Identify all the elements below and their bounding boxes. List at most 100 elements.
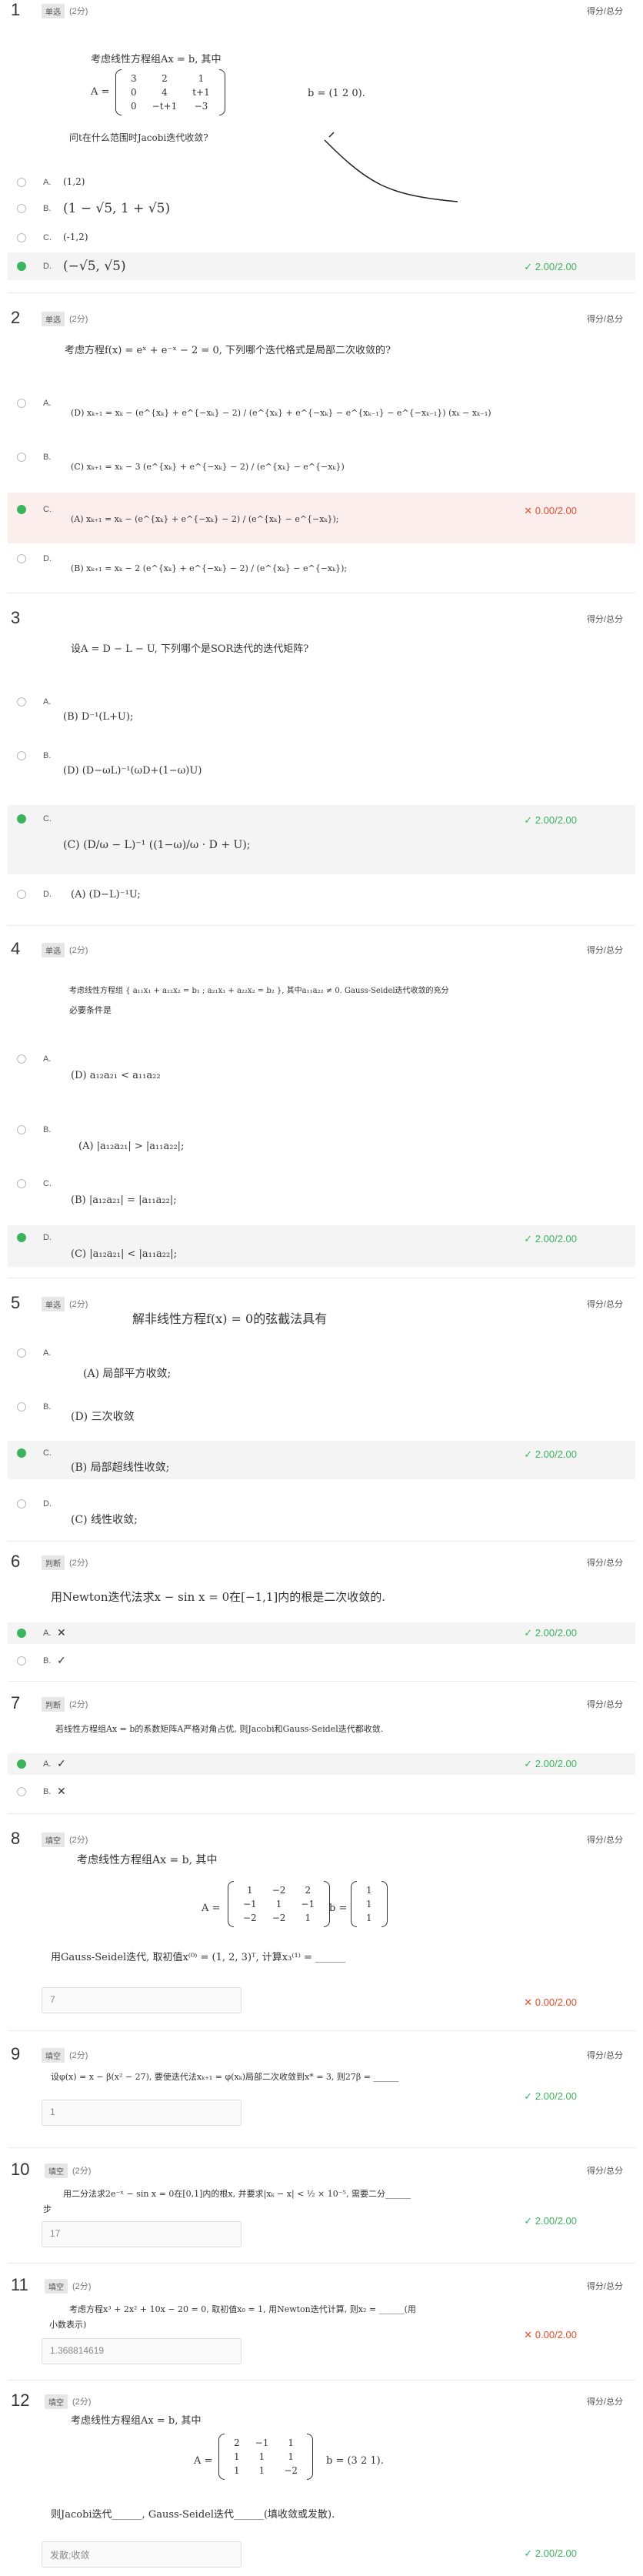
option-d[interactable]: D. (C) 线性收敛; (0, 1495, 643, 1529)
radio-button[interactable] (17, 1054, 26, 1064)
option-a[interactable]: A. (1,2) (0, 172, 643, 192)
radio-button[interactable] (17, 1499, 26, 1509)
matrix-cell: 1 (288, 2437, 295, 2448)
question-type-badge: 填空 (45, 2279, 68, 2294)
option-a[interactable]: A. (A) 局部平方收敛; (0, 1344, 643, 1382)
radio-button[interactable] (17, 751, 26, 760)
option-c[interactable]: C. (B) |a₁₂a₂₁| = |a₁₁a₂₂|; (0, 1174, 643, 1208)
option-d[interactable]: D. (B) xₖ₊₁ = xₖ − 2 (e^{xₖ} + e^{−xₖ} −… (0, 548, 643, 585)
option-b[interactable]: B. (1 − √5, 1 + √5) (0, 197, 643, 220)
result-wrong: ✕ 0.00/2.00 (524, 2329, 577, 2340)
question-stem-line2: 则Jacobi迭代______, Gauss-Seidel迭代______(填收… (51, 2509, 335, 2521)
option-b[interactable]: B. (D) 三次收敛 (0, 1398, 643, 1432)
radio-button[interactable] (17, 697, 26, 707)
option-c[interactable]: C. (A) xₖ₊₁ = xₖ − (e^{xₖ} + e^{−xₖ} − 2… (0, 497, 643, 540)
matrix-cell: −1 (255, 2437, 269, 2448)
radio-button-selected[interactable] (17, 1759, 26, 1769)
option-c[interactable]: C. (-1,2) (0, 228, 643, 248)
vector-b: b = (1 2 0). (308, 88, 365, 99)
option-a[interactable]: A. ✕ ✓ 2.00/2.00 (0, 1624, 643, 1642)
question-stem: 设A = D − L − U, 下列哪个是SOR迭代的迭代矩阵? (71, 643, 309, 655)
radio-button[interactable] (17, 1656, 26, 1666)
radio-button[interactable] (17, 1402, 26, 1412)
check-icon: ✓ (524, 1627, 535, 1639)
matrix-cell: −t+1 (152, 101, 178, 112)
option-a[interactable]: A. (D) xₖ₊₁ = xₖ − (e^{xₖ} + e^{−xₖ} − 2… (0, 393, 643, 429)
option-a[interactable]: A. (B) D⁻¹(L+U); (0, 693, 643, 727)
score-label: 得分/总分 (586, 2397, 623, 2407)
handwritten-scribble (324, 132, 458, 202)
option-c[interactable]: C. (C) (D/ω − L)⁻¹ ((1−ω)/ω · D + U); ✓ … (0, 808, 643, 870)
option-b[interactable]: B. ✕ (0, 1782, 643, 1801)
question-type-badge: 判断 (42, 1555, 65, 1570)
matrix-cell: −1 (243, 1899, 257, 1909)
radio-button-selected[interactable] (17, 1448, 26, 1458)
question-stem: 考虑线性方程组Ax = b, 其中 (91, 54, 222, 65)
radio-button[interactable] (17, 1179, 26, 1188)
radio-button[interactable] (17, 1348, 26, 1358)
radio-button[interactable] (17, 1787, 26, 1796)
matrix-cell: 1 (288, 2451, 295, 2462)
question-points: (2分) (72, 2397, 92, 2407)
question-type-badge: 单选 (42, 1297, 65, 1311)
option-label: B. (43, 1125, 52, 1134)
option-d[interactable]: D. (A) (D−L)⁻¹U; (0, 885, 643, 916)
option-c[interactable]: C. (B) 局部超线性收敛; ✓ 2.00/2.00 (0, 1444, 643, 1478)
option-text: (C) (D/ω − L)⁻¹ ((1−ω)/ω · D + U); (63, 839, 251, 851)
radio-button-selected[interactable] (17, 814, 26, 824)
radio-button[interactable] (17, 178, 26, 187)
score-label: 得分/总分 (586, 1559, 623, 1568)
question-number: 10 (11, 2160, 30, 2179)
answer-input[interactable]: 7 (42, 1987, 242, 2013)
radio-button-selected[interactable] (17, 505, 26, 514)
answer-input[interactable]: 1.368814619 (42, 2338, 242, 2364)
result-correct: ✓ 2.00/2.00 (524, 1758, 577, 1769)
result-wrong: ✕ 0.00/2.00 (524, 1996, 577, 2008)
radio-button[interactable] (17, 399, 26, 408)
option-b[interactable]: B. (A) |a₁₂a₂₁| > |a₁₁a₂₂|; (0, 1121, 643, 1154)
matrix-cell: −3 (194, 101, 208, 112)
answer-input[interactable]: 17 (42, 2221, 242, 2247)
question-number: 4 (11, 939, 21, 958)
score-label: 得分/总分 (586, 7, 623, 16)
radio-button[interactable] (17, 233, 26, 242)
matrix-cell: 0 (131, 101, 137, 112)
radio-button[interactable] (17, 554, 26, 563)
result-correct: ✓ 2.00/2.00 (524, 2548, 577, 2559)
option-d[interactable]: D. (−√5, √5) ✓ 2.00/2.00 (0, 254, 643, 279)
option-b[interactable]: B. ✓ (0, 1652, 643, 1670)
radio-button-selected[interactable] (17, 1629, 26, 1638)
radio-button-selected[interactable] (17, 1233, 26, 1242)
radio-button-selected[interactable] (17, 262, 26, 271)
radio-button[interactable] (17, 204, 26, 213)
answer-input[interactable]: 发散;收敛 (42, 2541, 242, 2568)
radio-button[interactable] (17, 1125, 26, 1134)
radio-button[interactable] (17, 890, 26, 899)
answer-input[interactable]: 1 (42, 2100, 242, 2126)
option-text: (B) 局部超线性收敛; (71, 1462, 170, 1474)
matrix-cell: 0 (131, 87, 137, 98)
check-icon: ✓ (524, 1758, 535, 1769)
option-text: (D) xₖ₊₁ = xₖ − (e^{xₖ} + e^{−xₖ} − 2) /… (71, 408, 491, 418)
matrix-label: A = (194, 2455, 213, 2467)
option-a[interactable]: A. (D) a₁₂a₂₁ < a₁₁a₂₂ (0, 1050, 643, 1084)
radio-button[interactable] (17, 453, 26, 462)
option-text: (A) (D−L)⁻¹U; (71, 889, 141, 900)
option-label: C. (43, 1179, 52, 1188)
option-label: D. (43, 1233, 52, 1242)
vector-b: b = (3 2 1). (326, 2455, 384, 2467)
question-stem: 考虑线性方程组Ax = b, 其中 (77, 1854, 218, 1866)
option-b[interactable]: B. (C) xₖ₊₁ = xₖ − 3 (e^{xₖ} + e^{−xₖ} −… (0, 446, 643, 483)
question-stem: 用二分法求2e⁻ˣ − sin x = 0在[0,1]内的根x, 并要求|xₖ … (63, 2189, 411, 2199)
option-text: (A) |a₁₂a₂₁| > |a₁₁a₂₂|; (78, 1141, 185, 1152)
option-text: (1,2) (63, 176, 85, 187)
option-d[interactable]: D. (C) |a₁₂a₂₁| < |a₁₁a₂₂|; ✓ 2.00/2.00 (0, 1228, 643, 1264)
result-correct: ✓ 2.00/2.00 (524, 261, 577, 272)
option-label: D. (43, 262, 52, 271)
option-text: (B) |a₁₂a₂₁| = |a₁₁a₂₂|; (71, 1194, 177, 1206)
question-points: (2分) (69, 1559, 88, 1568)
question-type-badge: 单选 (42, 312, 65, 326)
question-points: (2分) (69, 1836, 88, 1845)
option-b[interactable]: B. (D) (D−ωL)⁻¹(ωD+(1−ω)U) (0, 747, 643, 780)
option-a[interactable]: A. ✓ ✓ 2.00/2.00 (0, 1755, 643, 1773)
